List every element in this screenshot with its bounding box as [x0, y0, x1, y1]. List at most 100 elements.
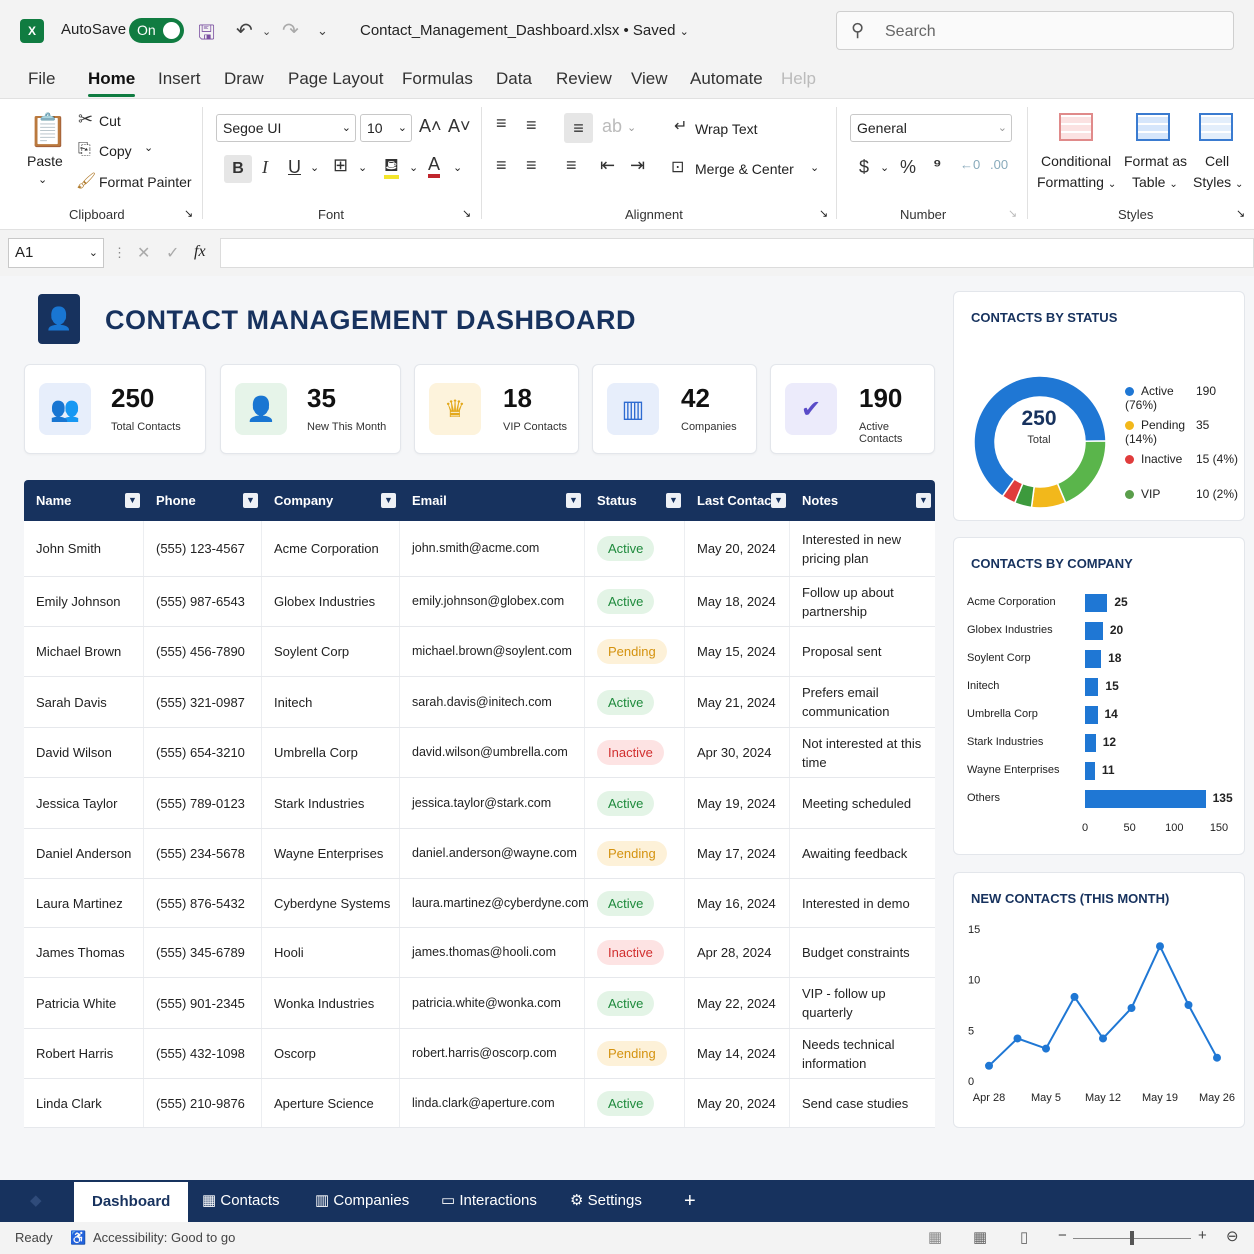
filter-dropdown-icon[interactable]: ▼	[125, 493, 140, 508]
table-cell[interactable]: Pending	[585, 1029, 685, 1078]
align-left-icon[interactable]: ≡	[496, 155, 507, 176]
align-right-icon[interactable]: ≡	[566, 155, 577, 176]
table-cell[interactable]: (555) 321-0987	[144, 677, 262, 727]
column-header[interactable]: Notes ▼	[790, 480, 935, 521]
table-cell[interactable]: May 19, 2024	[685, 778, 790, 828]
table-cell[interactable]: Oscorp	[262, 1029, 400, 1078]
table-cell[interactable]: Active	[585, 978, 685, 1028]
underline-dropdown-icon[interactable]: ⌄	[310, 161, 319, 174]
table-cell[interactable]: John Smith	[24, 521, 144, 576]
filter-dropdown-icon[interactable]: ▼	[771, 493, 786, 508]
table-cell[interactable]: May 15, 2024	[685, 627, 790, 676]
font-size-select[interactable]: 10 ⌄	[360, 114, 412, 142]
align-middle-icon[interactable]: ≡	[526, 115, 537, 136]
align-center-icon[interactable]: ≡	[526, 155, 537, 176]
table-row[interactable]: Jessica Taylor (555) 789-0123 Stark Indust…	[24, 778, 935, 829]
merge-center-icon[interactable]: ⊡	[671, 157, 684, 177]
table-cell[interactable]: Linda Clark	[24, 1079, 144, 1127]
font-color-icon[interactable]: A	[428, 154, 441, 178]
table-cell[interactable]: May 20, 2024	[685, 521, 790, 576]
table-cell[interactable]: (555) 210-9876	[144, 1079, 262, 1127]
table-cell[interactable]: jessica.taylor@stark.com	[400, 778, 585, 828]
paste-dropdown-icon[interactable]: ⌄	[38, 173, 47, 186]
table-cell[interactable]: Emily Johnson	[24, 577, 144, 626]
conditional-formatting-label-2[interactable]: Formatting ⌄	[1037, 174, 1116, 190]
format-as-table-button[interactable]: Format as	[1124, 153, 1187, 169]
table-cell[interactable]: (555) 456-7890	[144, 627, 262, 676]
table-cell[interactable]: Inactive	[585, 728, 685, 777]
table-row[interactable]: Sarah Davis (555) 321-0987 Initech sarah.da…	[24, 677, 935, 728]
table-cell[interactable]: Apr 30, 2024	[685, 728, 790, 777]
table-cell[interactable]: (555) 432-1098	[144, 1029, 262, 1078]
page-layout-view-icon[interactable]: ▦	[973, 1228, 987, 1246]
borders-dropdown-icon[interactable]: ⌄	[358, 161, 367, 174]
copy-icon[interactable]: ⎘	[78, 141, 91, 159]
table-cell[interactable]: May 20, 2024	[685, 1079, 790, 1127]
table-cell[interactable]: Budget constraints	[790, 928, 935, 977]
table-cell[interactable]: Umbrella Corp	[262, 728, 400, 777]
table-cell[interactable]: (555) 987-6543	[144, 577, 262, 626]
currency-dropdown-icon[interactable]: ⌄	[880, 161, 889, 174]
table-cell[interactable]: Michael Brown	[24, 627, 144, 676]
autosave-toggle[interactable]: On	[129, 18, 184, 43]
table-cell[interactable]: (555) 654-3210	[144, 728, 262, 777]
table-cell[interactable]: Acme Corporation	[262, 521, 400, 576]
table-cell[interactable]: Initech	[262, 677, 400, 727]
clipboard-launcher-icon[interactable]: ↘	[184, 207, 193, 220]
zoom-slider-thumb[interactable]	[1130, 1231, 1134, 1245]
table-cell[interactable]: (555) 876-5432	[144, 879, 262, 927]
filter-dropdown-icon[interactable]: ▼	[243, 493, 258, 508]
table-cell[interactable]: Send case studies	[790, 1079, 935, 1127]
tab-view[interactable]: View	[631, 69, 668, 89]
table-cell[interactable]: Follow up about partnership	[790, 577, 935, 626]
format-as-table-label-2[interactable]: Table ⌄	[1132, 174, 1178, 190]
merge-dropdown-icon[interactable]: ⌄	[810, 161, 819, 174]
table-cell[interactable]: Needs technical information	[790, 1029, 935, 1078]
orientation-dropdown-icon[interactable]: ⌄	[627, 121, 636, 134]
table-cell[interactable]: Active	[585, 778, 685, 828]
table-cell[interactable]: Stark Industries	[262, 778, 400, 828]
table-cell[interactable]: Globex Industries	[262, 577, 400, 626]
table-cell[interactable]: sarah.davis@initech.com	[400, 677, 585, 727]
table-cell[interactable]: Active	[585, 577, 685, 626]
table-cell[interactable]: James Thomas	[24, 928, 144, 977]
table-cell[interactable]: john.smith@acme.com	[400, 521, 585, 576]
table-cell[interactable]: (555) 901-2345	[144, 978, 262, 1028]
tab-insert[interactable]: Insert	[158, 69, 201, 89]
table-cell[interactable]: Patricia White	[24, 978, 144, 1028]
table-cell[interactable]: (555) 345-6789	[144, 928, 262, 977]
table-row[interactable]: Patricia White (555) 901-2345 Wonka Indust…	[24, 978, 935, 1029]
table-cell[interactable]: daniel.anderson@wayne.com	[400, 829, 585, 878]
table-cell[interactable]: Soylent Corp	[262, 627, 400, 676]
tab-interactions[interactable]: ▭ Interactions	[441, 1180, 537, 1222]
tab-data[interactable]: Data	[496, 69, 532, 89]
table-row[interactable]: Michael Brown (555) 456-7890 Soylent Corp m…	[24, 627, 935, 677]
bold-icon[interactable]: B	[224, 155, 252, 183]
table-cell[interactable]: emily.johnson@globex.com	[400, 577, 585, 626]
table-cell[interactable]: Meeting scheduled	[790, 778, 935, 828]
filter-dropdown-icon[interactable]: ▼	[566, 493, 581, 508]
table-cell[interactable]: Pending	[585, 829, 685, 878]
table-cell[interactable]: (555) 789-0123	[144, 778, 262, 828]
orientation-icon[interactable]: ab	[602, 116, 622, 137]
table-cell[interactable]: Awaiting feedback	[790, 829, 935, 878]
decrease-indent-icon[interactable]: ⇤	[600, 155, 615, 176]
table-cell[interactable]: Wonka Industries	[262, 978, 400, 1028]
table-cell[interactable]: Inactive	[585, 928, 685, 977]
zoom-out-icon[interactable]: −	[1058, 1227, 1067, 1244]
paste-button[interactable]: Paste	[27, 153, 63, 169]
cell-styles-label-2[interactable]: Styles ⌄	[1193, 174, 1243, 190]
column-header[interactable]: Company ▼	[262, 480, 400, 521]
document-title[interactable]: Contact_Management_Dashboard.xlsx • Save…	[360, 22, 689, 39]
increase-indent-icon[interactable]: ⇥	[630, 155, 645, 176]
table-cell[interactable]: Not interested at this time	[790, 728, 935, 777]
copy-dropdown-icon[interactable]: ⌄	[144, 141, 153, 154]
cell-styles-button[interactable]: Cell	[1205, 153, 1229, 169]
table-cell[interactable]: Active	[585, 879, 685, 927]
number-launcher-icon[interactable]: ↘	[1008, 207, 1017, 220]
paste-icon[interactable]: 📋	[28, 111, 68, 149]
table-cell[interactable]: Aperture Science	[262, 1079, 400, 1127]
column-header[interactable]: Last Contact ▼	[685, 480, 790, 521]
table-cell[interactable]: Prefers email communication	[790, 677, 935, 727]
table-cell[interactable]: Robert Harris	[24, 1029, 144, 1078]
